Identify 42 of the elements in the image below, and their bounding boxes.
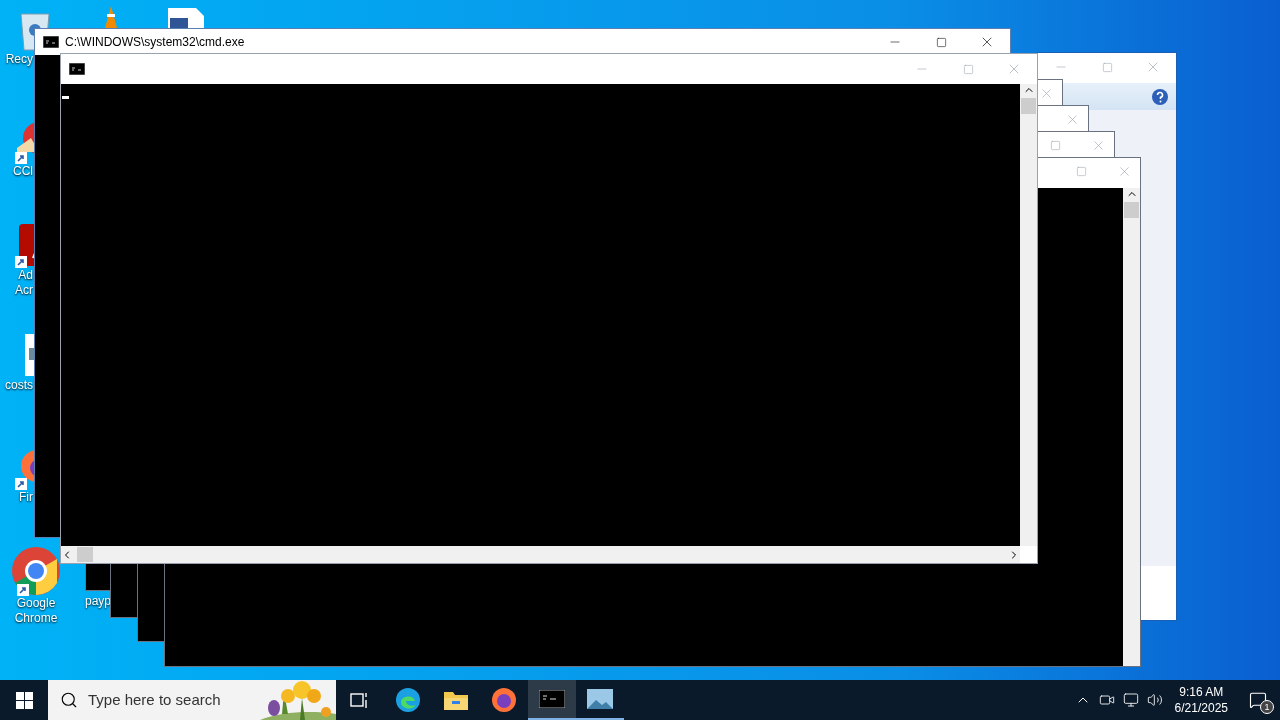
desktop-icon-label[interactable]: Google — [16, 596, 56, 611]
speaker-icon[interactable] — [1146, 692, 1163, 708]
window-title: C:\WINDOWS\system32\cmd.exe — [65, 34, 245, 51]
desktop-icon-label[interactable]: costs — [5, 378, 33, 393]
console-icon — [69, 63, 85, 75]
console-icon — [43, 36, 59, 48]
desktop-icon-label[interactable]: Chrome — [14, 611, 58, 626]
photo-viewer-icon — [587, 689, 613, 709]
desktop-icon-label[interactable]: Recy — [5, 52, 33, 67]
camera-icon[interactable] — [1098, 692, 1115, 708]
search-field[interactable]: Type here to search — [48, 680, 336, 720]
maximize-icon — [935, 36, 947, 48]
taskbar-app-button[interactable] — [528, 680, 576, 720]
search-placeholder: Type here to search — [88, 689, 221, 710]
notifications-button[interactable]: 1 — [1236, 680, 1280, 720]
scroll-thumb[interactable] — [77, 547, 93, 562]
scroll-thumb[interactable] — [1021, 98, 1036, 114]
horizontal-scrollbar[interactable] — [61, 546, 1020, 563]
vertical-scrollbar[interactable] — [1020, 84, 1037, 546]
clock[interactable]: 9:16 AM 6/21/2025 — [1166, 684, 1236, 716]
maximize-icon — [1101, 61, 1113, 73]
notification-count: 1 — [1260, 700, 1274, 714]
desktop-icon-label[interactable]: CCl — [13, 164, 33, 179]
notifications-icon — [1249, 691, 1267, 709]
edge-icon — [395, 687, 421, 713]
windows-logo-icon — [15, 691, 33, 709]
vertical-scrollbar[interactable] — [1123, 188, 1140, 666]
folder-icon — [443, 689, 469, 711]
help-icon[interactable] — [1152, 88, 1168, 105]
maximize-icon[interactable] — [1076, 165, 1087, 177]
network-icon[interactable] — [1122, 692, 1139, 708]
desktop-icon-label[interactable]: Fir — [19, 490, 33, 505]
console-icon — [539, 690, 565, 708]
maximize-icon — [962, 63, 974, 75]
desktop-icon-label[interactable]: payp — [85, 594, 111, 609]
desktop-icon-label[interactable]: Ad — [18, 268, 33, 283]
firefox-icon — [491, 687, 517, 713]
maximize-icon[interactable] — [1050, 139, 1061, 151]
desktop-icon-label[interactable]: Acr — [15, 283, 33, 298]
task-view-icon — [350, 691, 370, 709]
scroll-thumb[interactable] — [1124, 202, 1139, 218]
search-icon — [60, 691, 78, 709]
